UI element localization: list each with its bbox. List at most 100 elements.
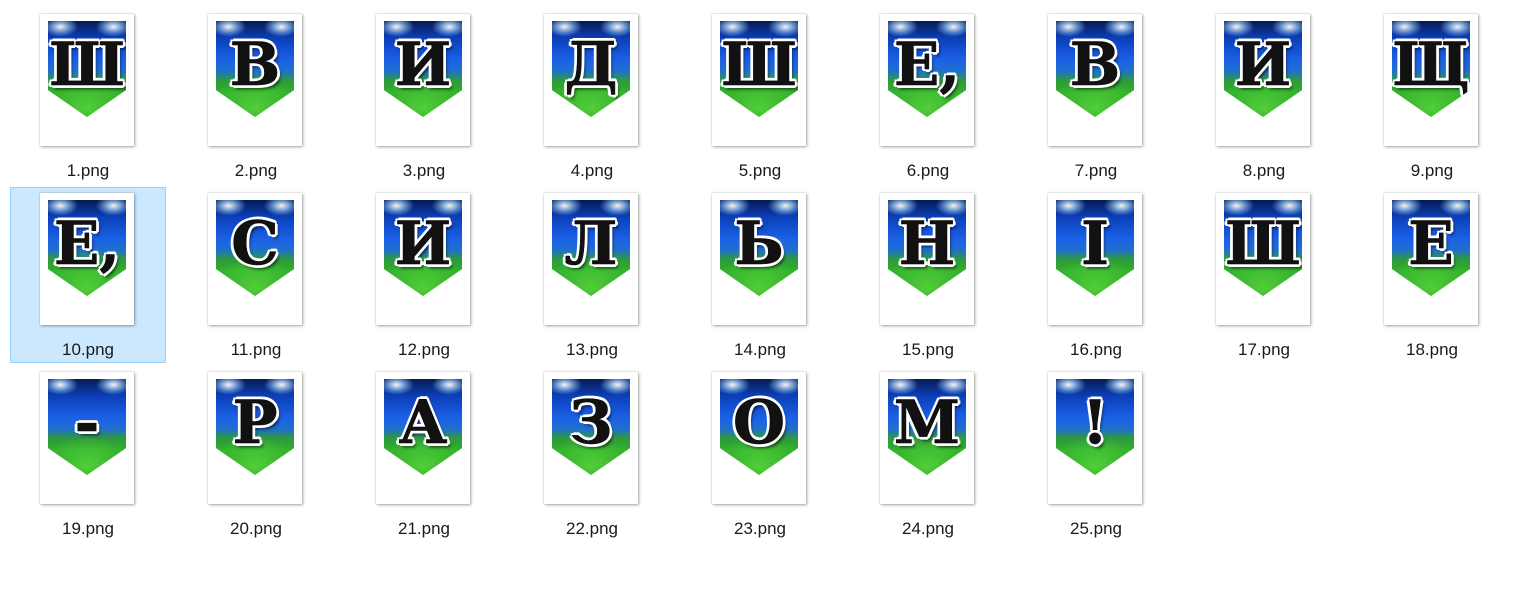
file-thumbnail: А <box>376 372 470 504</box>
file-item[interactable]: З 22.png <box>514 366 670 542</box>
file-thumbnail: И <box>1216 14 1310 146</box>
file-thumbnail: Е, <box>880 14 974 146</box>
file-name-label: 24.png <box>902 519 954 538</box>
file-item[interactable]: Ь 14.png <box>682 187 838 363</box>
file-thumbnail: Щ <box>1384 14 1478 146</box>
file-thumbnail: С <box>208 193 302 325</box>
file-thumbnail: Е <box>1384 193 1478 325</box>
file-item[interactable]: О 23.png <box>682 366 838 542</box>
pennant-letter: Е <box>1408 209 1454 279</box>
pennant-flag-image: Ш <box>1224 200 1302 296</box>
file-thumbnail: - <box>40 372 134 504</box>
file-name-label: 8.png <box>1242 161 1286 180</box>
pennant-letter: Р <box>232 388 278 458</box>
file-thumbnail: Ш <box>712 14 806 146</box>
pennant-letter: Щ <box>1392 30 1470 100</box>
pennant-flag-image: Ш <box>720 21 798 117</box>
file-item[interactable]: Ш 17.png <box>1186 187 1342 363</box>
file-name-label: 7.png <box>1074 161 1118 180</box>
file-item[interactable]: С 11.png <box>178 187 334 363</box>
pennant-letter: - <box>74 388 100 458</box>
file-name-label: 15.png <box>902 340 954 359</box>
pennant-flag-image: М <box>888 379 966 475</box>
pennant-letter: Ш <box>1224 209 1302 279</box>
file-name-label: 21.png <box>398 519 450 538</box>
file-item[interactable]: - 19.png <box>10 366 166 542</box>
file-name-label: 6.png <box>906 161 950 180</box>
file-name-label: 11.png <box>230 340 282 359</box>
pennant-letter: Ш <box>720 30 798 100</box>
pennant-flag-image: Е <box>1392 200 1470 296</box>
pennant-letter: Ь <box>734 209 784 279</box>
file-name-label: 16.png <box>1070 340 1122 359</box>
pennant-flag-image: Щ <box>1392 21 1470 117</box>
pennant-letter: ! <box>1081 388 1109 458</box>
pennant-flag-image: А <box>384 379 462 475</box>
file-thumbnail: О <box>712 372 806 504</box>
pennant-flag-image: И <box>1224 21 1302 117</box>
file-thumbnail: Л <box>544 193 638 325</box>
pennant-letter: И <box>394 209 452 279</box>
pennant-flag-image: Д <box>552 21 630 117</box>
file-thumbnail: И <box>376 193 470 325</box>
file-name-label: 2.png <box>234 161 278 180</box>
pennant-flag-image: - <box>48 379 126 475</box>
file-name-label: 18.png <box>1406 340 1458 359</box>
file-item[interactable]: Ш 5.png <box>682 8 838 184</box>
pennant-flag-image: И <box>384 200 462 296</box>
file-name-label: 12.png <box>398 340 450 359</box>
file-item[interactable]: В 7.png <box>1018 8 1174 184</box>
file-item[interactable]: А 21.png <box>346 366 502 542</box>
pennant-letter: С <box>231 209 279 279</box>
file-thumbnail: З <box>544 372 638 504</box>
pennant-flag-image: Р <box>216 379 294 475</box>
file-name-label: 17.png <box>1238 340 1290 359</box>
file-item[interactable]: И 8.png <box>1186 8 1342 184</box>
pennant-flag-image: Л <box>552 200 630 296</box>
pennant-letter: Е, <box>893 30 961 100</box>
file-item[interactable]: В 2.png <box>178 8 334 184</box>
file-thumbnail: Р <box>208 372 302 504</box>
pennant-flag-image: С <box>216 200 294 296</box>
pennant-letter: Н <box>898 209 956 279</box>
pennant-letter: Л <box>564 209 618 279</box>
file-item[interactable]: І 16.png <box>1018 187 1174 363</box>
file-thumbnail: Ш <box>40 14 134 146</box>
file-name-label: 4.png <box>570 161 614 180</box>
pennant-flag-image: Е, <box>888 21 966 117</box>
file-item[interactable]: Е 18.png <box>1354 187 1510 363</box>
file-item[interactable]: Д 4.png <box>514 8 670 184</box>
file-item[interactable]: Р 20.png <box>178 366 334 542</box>
pennant-flag-image: З <box>552 379 630 475</box>
pennant-letter: Е, <box>53 209 121 279</box>
file-thumbnail: ! <box>1048 372 1142 504</box>
pennant-flag-image: ! <box>1056 379 1134 475</box>
file-item[interactable]: Ш 1.png <box>10 8 166 184</box>
pennant-flag-image: В <box>216 21 294 117</box>
file-name-label: 19.png <box>62 519 114 538</box>
file-item[interactable]: Е, 6.png <box>850 8 1006 184</box>
file-thumbnail: В <box>1048 14 1142 146</box>
pennant-letter: М <box>893 388 961 458</box>
file-item[interactable]: Е, 10.png <box>10 187 166 363</box>
file-item[interactable]: Н 15.png <box>850 187 1006 363</box>
file-thumbnail: М <box>880 372 974 504</box>
file-name-label: 9.png <box>1410 161 1454 180</box>
file-item[interactable]: И 12.png <box>346 187 502 363</box>
pennant-flag-image: О <box>720 379 798 475</box>
file-item[interactable]: М 24.png <box>850 366 1006 542</box>
file-thumbnail: И <box>376 14 470 146</box>
pennant-letter: Ш <box>48 30 126 100</box>
pennant-flag-image: Ш <box>48 21 126 117</box>
file-name-label: 20.png <box>230 519 282 538</box>
file-thumbnail: Е, <box>40 193 134 325</box>
file-item[interactable]: Щ 9.png <box>1354 8 1510 184</box>
file-item[interactable]: ! 25.png <box>1018 366 1174 542</box>
file-grid: Ш 1.png В 2.png И 3.png Д 4.png Ш 5.png Е, 6.png В 7.… <box>0 0 1516 597</box>
file-thumbnail: Д <box>544 14 638 146</box>
pennant-letter: В <box>229 30 281 100</box>
file-item[interactable]: И 3.png <box>346 8 502 184</box>
pennant-letter: А <box>398 388 448 458</box>
pennant-letter: В <box>1069 30 1121 100</box>
file-item[interactable]: Л 13.png <box>514 187 670 363</box>
